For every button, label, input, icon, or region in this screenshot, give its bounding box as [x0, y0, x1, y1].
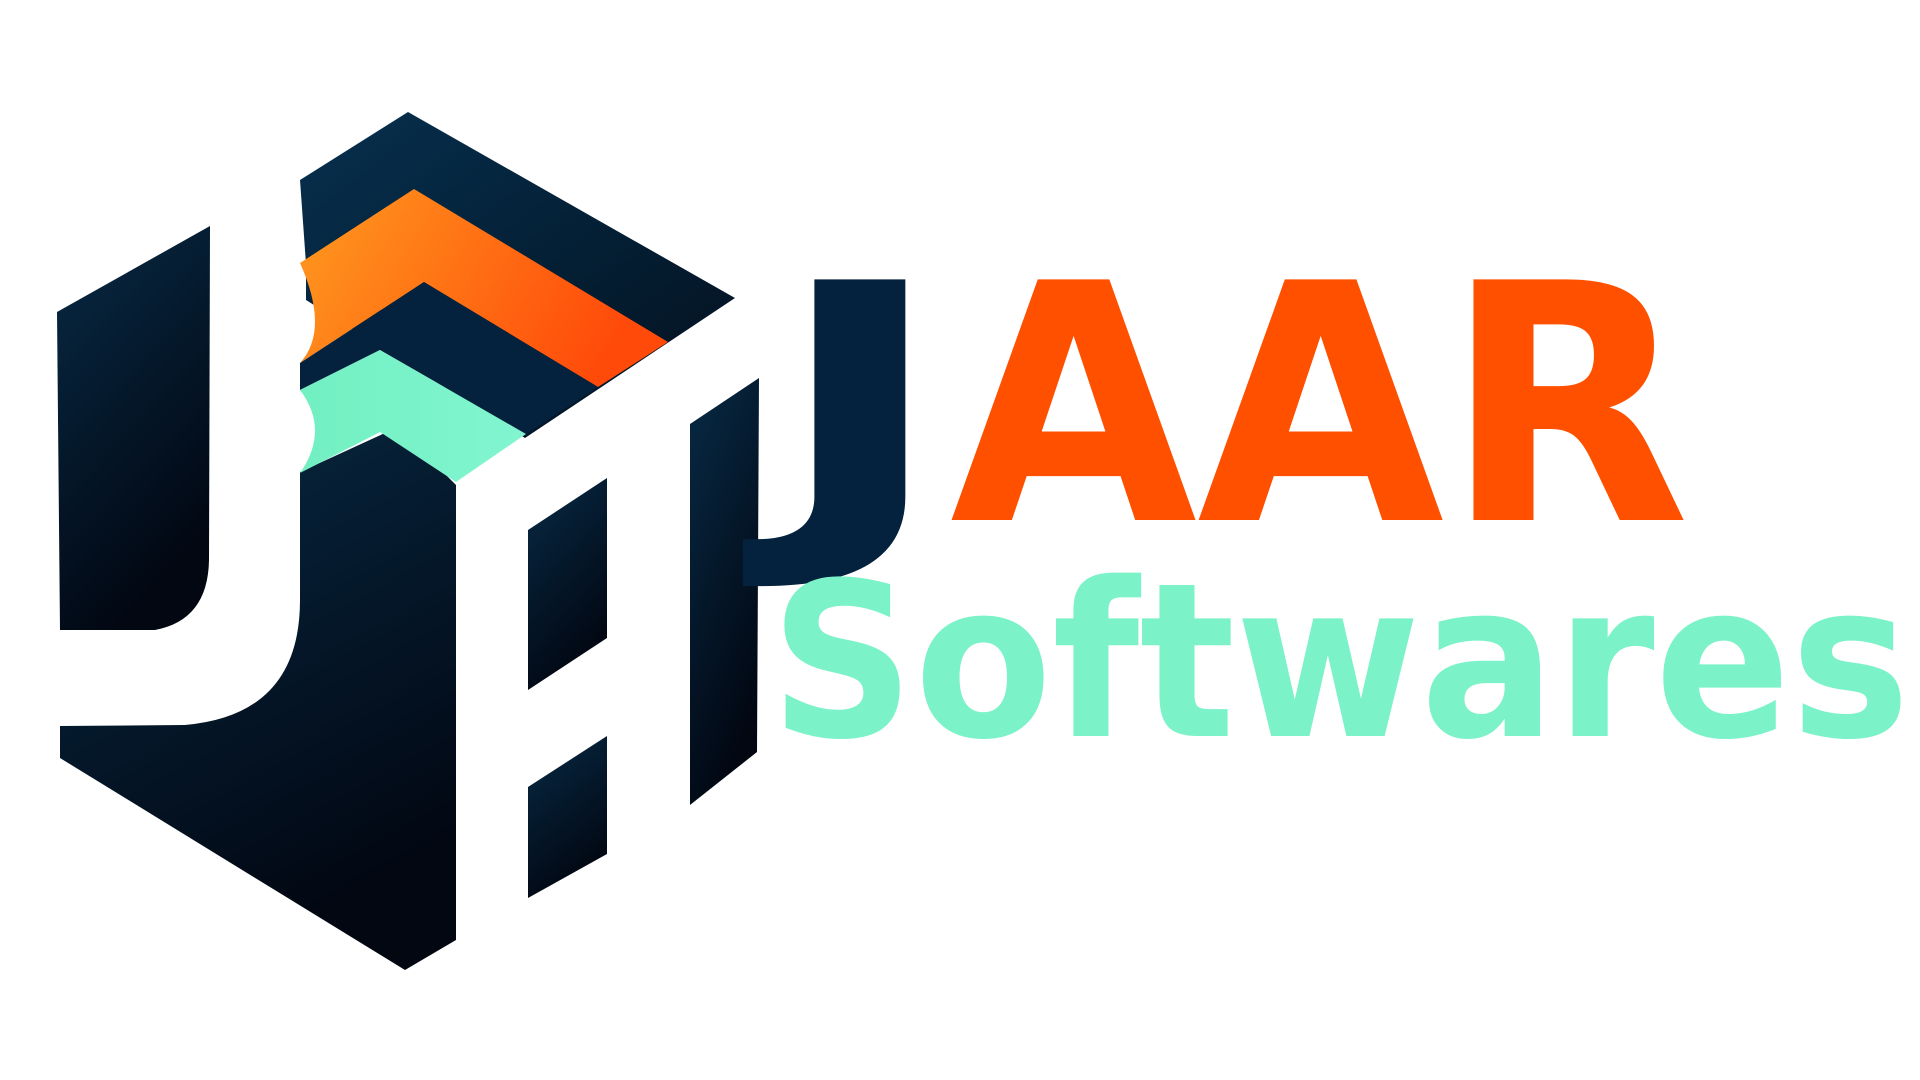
- brand-tagline-softwares: Softwares: [770, 536, 1910, 787]
- wordmark: J AAR Softwares: [740, 214, 1910, 787]
- logo-canvas: J AAR Softwares: [0, 0, 1920, 1080]
